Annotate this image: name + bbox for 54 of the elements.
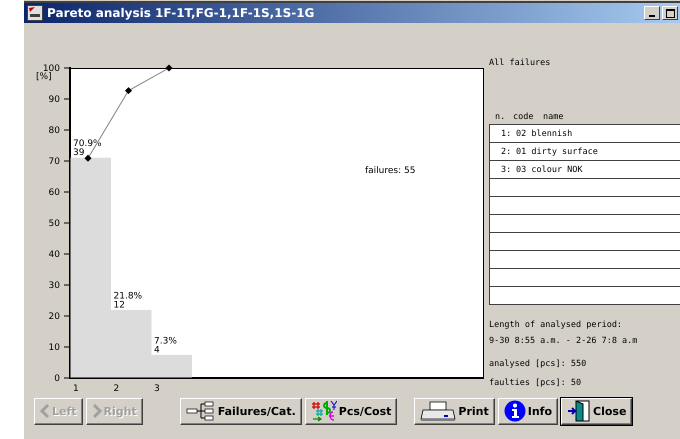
chevron-right-icon (92, 404, 102, 418)
faulties-count: faulties [pcs]: 50 (489, 377, 582, 390)
failures-count: failures: 55 (365, 166, 416, 176)
period-value: 9-30 8:55 a.m. - 2-26 7:8 a.m (489, 335, 638, 348)
minimize-button[interactable] (644, 6, 660, 20)
count-label: 39 (73, 148, 84, 158)
y-tick-label: 10 (48, 343, 60, 353)
close-button[interactable]: Close (561, 398, 632, 424)
value-label: 7.3% (154, 336, 177, 346)
info-icon (504, 400, 526, 422)
column-header: code (513, 112, 534, 124)
x-tick-label: 1 (73, 384, 79, 393)
y-tick-label: 30 (48, 281, 60, 291)
window-title: Pareto analysis 1F-1T,FG-1,1F-1S,1S-1G (47, 6, 316, 20)
panel-title: All failures (489, 58, 552, 70)
data-point (124, 87, 132, 94)
failure-name: 01 dirty surface (516, 146, 598, 156)
y-tick-label: 90 (48, 95, 60, 105)
count-label: 4 (154, 345, 160, 356)
data-point (84, 154, 92, 162)
x-tick-label: 3 (154, 384, 160, 393)
failures-button[interactable]: Failures/Cat. (180, 398, 302, 424)
y-tick-label: 60 (48, 188, 60, 198)
row-number: 1: (501, 128, 512, 138)
info-button[interactable]: Info (498, 398, 558, 424)
y-tick-label: 80 (48, 126, 60, 136)
app-icon (27, 5, 43, 21)
print-button[interactable]: Print (414, 398, 495, 424)
failure-name: 03 colour NOK (516, 164, 583, 174)
analysed-count: analysed [pcs]: 550 (489, 358, 588, 371)
y-tick-label: 0 (54, 374, 60, 384)
chevron-left-icon (40, 404, 50, 418)
exit-door-icon (567, 400, 592, 422)
maximize-icon (666, 8, 674, 18)
y-tick-label: 50 (48, 219, 60, 229)
cost-button[interactable]: Pcs/Cost (304, 398, 398, 424)
y-tick-label: 20 (48, 312, 60, 322)
row-number: 2: (501, 146, 512, 156)
column-header: name (543, 112, 561, 124)
printer-icon (420, 400, 456, 422)
x-tick-label: 2 (114, 384, 120, 393)
currency-icon (310, 400, 337, 422)
maximize-button[interactable] (662, 6, 678, 20)
failure-name: 02 blennish (516, 128, 572, 138)
y-axis-label: [%] (36, 72, 52, 82)
value-label: 21.8% (114, 291, 142, 302)
y-tick-label: 40 (48, 250, 60, 260)
column-header: n. (495, 112, 506, 124)
data-point (165, 64, 173, 72)
tree-diagram-icon (186, 401, 216, 421)
count-label: 12 (114, 300, 125, 310)
row-number: 3: (501, 164, 512, 174)
y-tick-label: 70 (48, 157, 60, 167)
period-label: Length of analysed period: (489, 319, 624, 332)
